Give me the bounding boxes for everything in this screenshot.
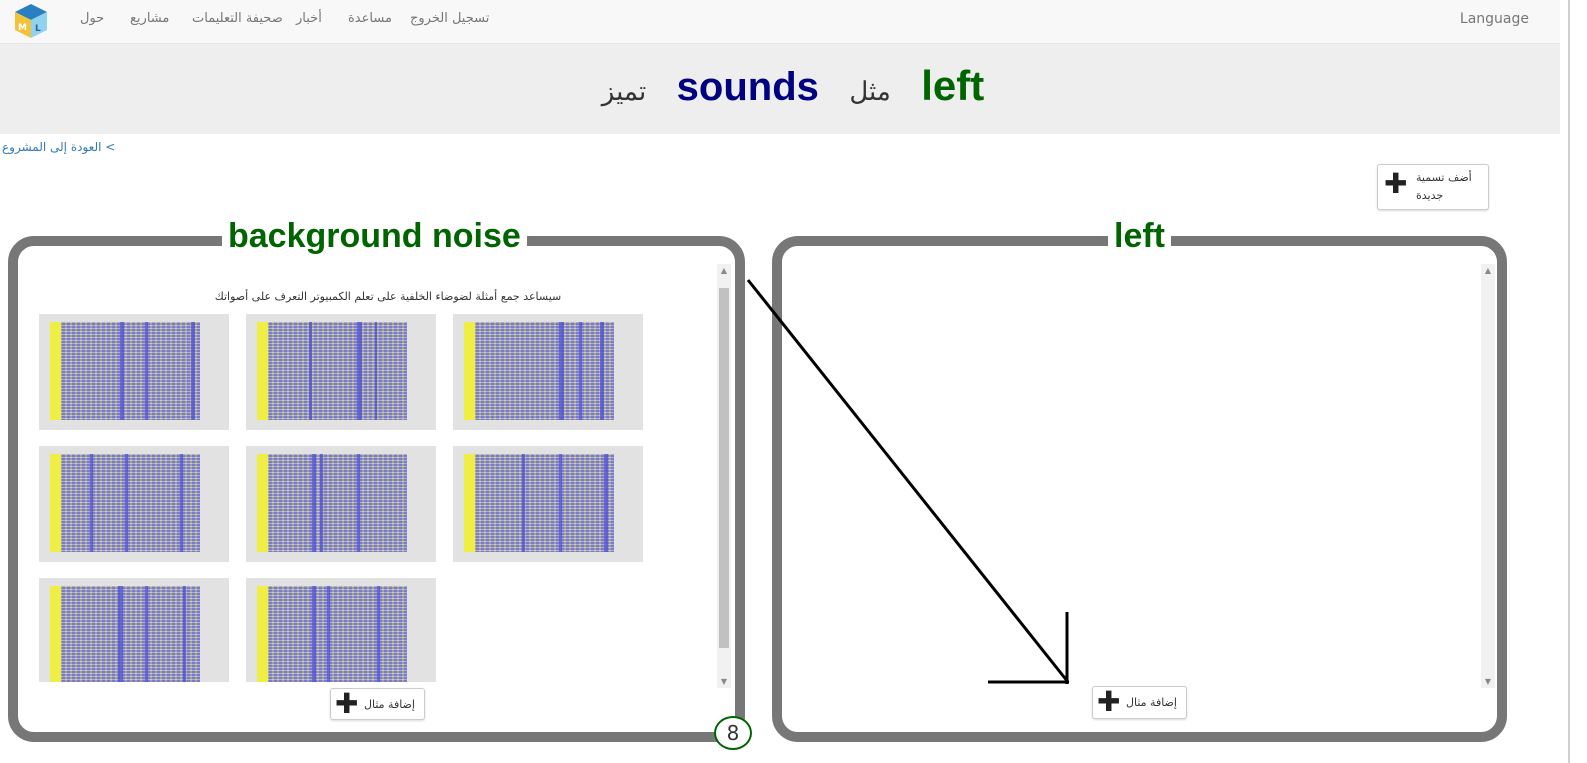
page-scrollbar-track [1568,0,1570,763]
example-count-badge: 8 [714,716,752,750]
page-scrollbar[interactable] [1560,0,1587,763]
drag-arrow-annotation [746,279,1070,684]
